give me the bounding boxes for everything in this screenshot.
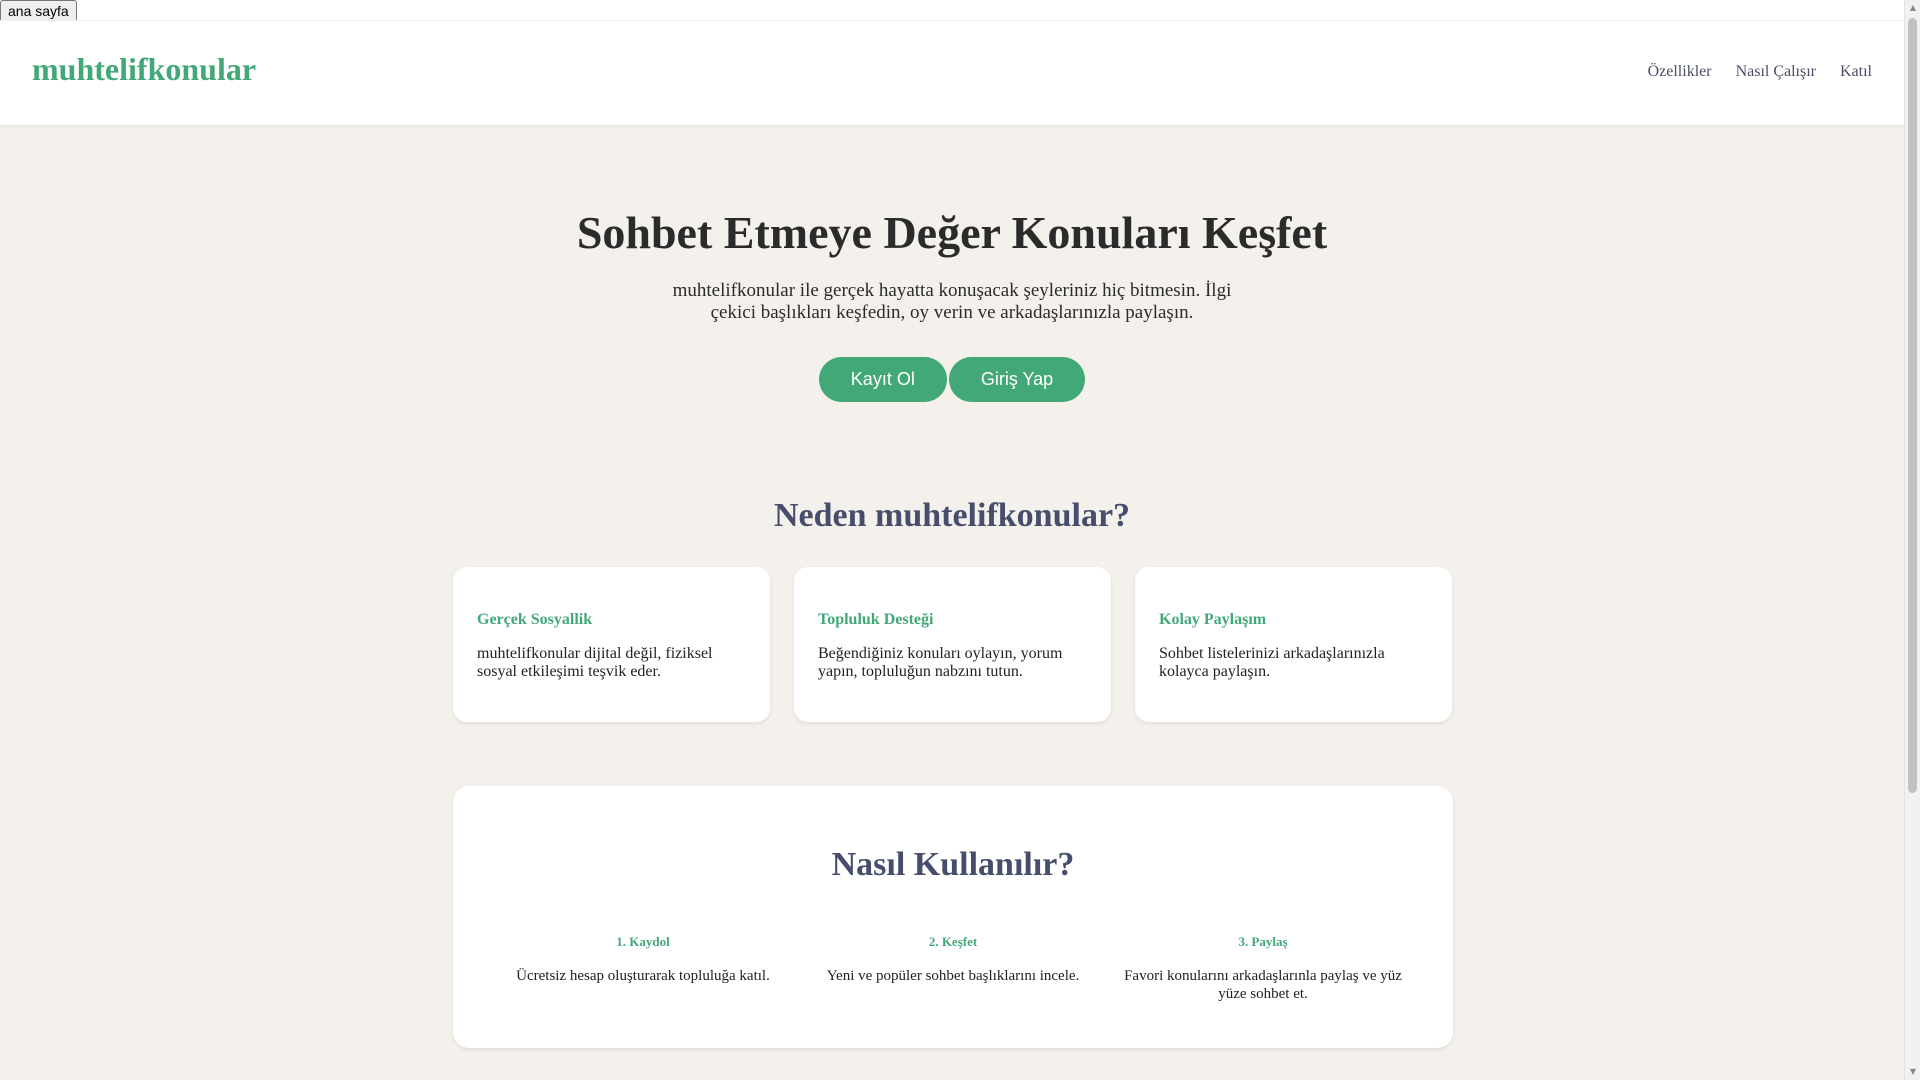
scroll-up-arrow-icon[interactable]: ▲	[1905, 0, 1920, 16]
scrollbar-thumb[interactable]	[1908, 18, 1917, 793]
feature-card-title: Kolay Paylaşım	[1159, 611, 1267, 628]
feature-card: Kolay Paylaşım Sohbet listelerinizi arka…	[1135, 567, 1452, 722]
feature-card-text: Sohbet listelerinizi arkadaşlarınızla ko…	[1159, 645, 1385, 680]
hero-subtitle: muhtelifkonular ile gerçek hayatta konuş…	[672, 280, 1232, 323]
feature-card: Topluluk Desteği Beğendiğiniz konuları o…	[794, 567, 1111, 722]
nav-link-how-it-works[interactable]: Nasıl Çalışır	[1736, 63, 1816, 81]
step-text: Ücretsiz hesap oluşturarak topluluğa kat…	[516, 968, 770, 984]
step-text: Favori konularını arkadaşlarınla paylaş …	[1124, 968, 1402, 1002]
scroll-down-arrow-icon[interactable]: ▼	[1905, 1064, 1920, 1080]
feature-card-title: Topluluk Desteği	[818, 611, 934, 628]
feature-card-text: Beğendiğiniz konuları oylayın, yorum yap…	[818, 645, 1063, 680]
how-to-section: Nasıl Kullanılır? 1. Kaydol Ücretsiz hes…	[453, 786, 1453, 1048]
top-strip: ana sayfa	[0, 0, 1904, 22]
how-to-title: Nasıl Kullanılır?	[831, 846, 1075, 883]
nav-link-join[interactable]: Katıl	[1840, 63, 1872, 81]
feature-card-title: Gerçek Sosyallik	[477, 611, 593, 628]
signup-button[interactable]: Kayıt Ol	[818, 357, 947, 402]
step-item: 1. Kaydol Ücretsiz hesap oluşturarak top…	[499, 934, 787, 1003]
features-title: Neden muhtelifkonular?	[773, 497, 1131, 534]
page: ana sayfa muhtelifkonular Özellikler Nas…	[0, 0, 1920, 1080]
step-text: Yeni ve popüler sohbet başlıklarını ince…	[826, 968, 1080, 984]
main-nav: Özellikler Nasıl Çalışır Katıl	[1648, 63, 1872, 81]
site-logo[interactable]: muhtelifkonular	[32, 51, 256, 88]
feature-card: Gerçek Sosyallik muhtelifkonular dijital…	[453, 567, 770, 722]
vertical-scrollbar[interactable]: ▲ ▼	[1904, 0, 1920, 1080]
features-grid: Gerçek Sosyallik muhtelifkonular dijital…	[453, 567, 1452, 722]
step-item: 3. Paylaş Favori konularını arkadaşların…	[1119, 934, 1407, 1003]
login-button[interactable]: Giriş Yap	[948, 357, 1086, 402]
step-title: 2. Keşfet	[928, 934, 978, 949]
step-item: 2. Keşfet Yeni ve popüler sohbet başlıkl…	[809, 934, 1097, 1003]
site-header: muhtelifkonular Özellikler Nasıl Çalışır…	[0, 20, 1904, 125]
step-title: 3. Paylaş	[1238, 934, 1288, 949]
home-button[interactable]: ana sayfa	[0, 0, 77, 22]
nav-link-features[interactable]: Özellikler	[1648, 63, 1712, 81]
step-title: 1. Kaydol	[616, 934, 670, 949]
hero-buttons: Kayıt Ol Giriş Yap	[0, 357, 1904, 402]
feature-card-text: muhtelifkonular dijital değil, fiziksel …	[477, 645, 713, 680]
hero-title: Sohbet Etmeye Değer Konuları Keşfet	[576, 207, 1328, 258]
how-to-steps: 1. Kaydol Ücretsiz hesap oluşturarak top…	[499, 934, 1407, 1003]
